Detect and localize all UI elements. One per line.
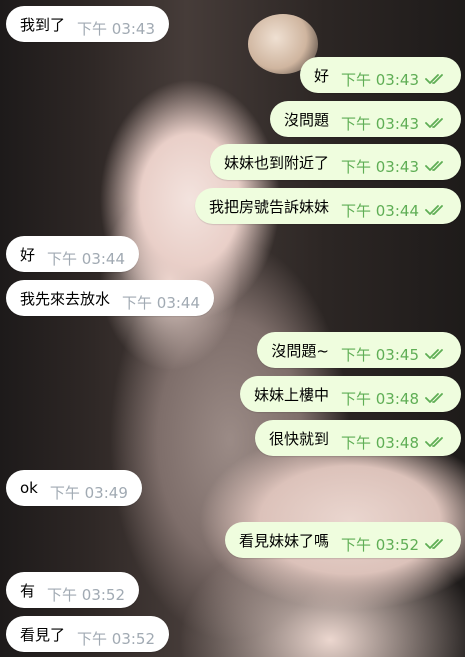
- message-bubble-incoming[interactable]: 我到了 下午 03:43: [6, 6, 170, 42]
- message-text: 很快就到: [268, 429, 329, 448]
- message-text: 好: [20, 245, 36, 264]
- message-text: ok: [20, 479, 38, 497]
- message-time: 下午 03:43: [77, 19, 156, 38]
- double-check-icon: [425, 74, 443, 84]
- message-bubble-outgoing[interactable]: 妹妹也到附近了 下午 03:43: [209, 144, 461, 180]
- message-time: 下午 03:44: [47, 249, 126, 268]
- message-bubble-outgoing[interactable]: 沒問題~ 下午 03:45: [257, 332, 461, 368]
- message-text: 有: [20, 581, 36, 600]
- message-text: 好: [313, 66, 329, 85]
- double-check-icon: [425, 118, 443, 128]
- message-time: 下午 03:44: [341, 201, 419, 220]
- message-bubble-outgoing[interactable]: 我把房號告訴妹妹 下午 03:44: [194, 188, 461, 224]
- message-text: 我先來去放水: [20, 289, 111, 308]
- message-bubble-outgoing[interactable]: 沒問題 下午 03:43: [269, 101, 461, 137]
- message-time: 下午 03:48: [341, 389, 419, 408]
- double-check-icon: [425, 205, 443, 215]
- message-text: 我到了: [20, 15, 66, 34]
- message-text: 妹妹也到附近了: [223, 153, 329, 172]
- message-text: 我把房號告訴妹妹: [208, 197, 329, 216]
- message-bubble-outgoing[interactable]: 很快就到 下午 03:48: [254, 420, 461, 456]
- double-check-icon: [425, 393, 443, 403]
- message-bubble-incoming[interactable]: 好 下午 03:44: [6, 236, 140, 272]
- message-text: 看見了: [20, 625, 66, 644]
- double-check-icon: [425, 437, 443, 447]
- message-bubble-incoming[interactable]: 看見了 下午 03:52: [6, 616, 170, 652]
- message-bubble-outgoing[interactable]: 好 下午 03:43: [299, 57, 461, 93]
- message-bubble-outgoing[interactable]: 妹妹上樓中 下午 03:48: [239, 376, 461, 412]
- double-check-icon: [425, 349, 443, 359]
- message-time: 下午 03:52: [341, 535, 419, 554]
- message-text: 沒問題: [283, 110, 329, 129]
- message-bubble-incoming[interactable]: 我先來去放水 下午 03:44: [6, 280, 215, 316]
- message-time: 下午 03:52: [47, 585, 126, 604]
- message-text: 看見妹妹了嗎: [238, 531, 329, 550]
- message-text: 妹妹上樓中: [253, 385, 329, 404]
- message-time: 下午 03:43: [341, 114, 419, 133]
- double-check-icon: [425, 539, 443, 549]
- message-bubble-outgoing[interactable]: 看見妹妹了嗎 下午 03:52: [224, 522, 461, 558]
- message-time: 下午 03:44: [122, 293, 201, 312]
- chat-wallpaper: [0, 0, 465, 657]
- message-time: 下午 03:43: [341, 157, 419, 176]
- message-bubble-incoming[interactable]: ok 下午 03:49: [6, 470, 142, 506]
- message-time: 下午 03:49: [49, 483, 128, 502]
- message-time: 下午 03:45: [341, 345, 419, 364]
- message-time: 下午 03:52: [77, 629, 156, 648]
- message-bubble-incoming[interactable]: 有 下午 03:52: [6, 572, 140, 608]
- message-text: 沒問題~: [271, 341, 329, 360]
- message-time: 下午 03:43: [341, 70, 419, 89]
- double-check-icon: [425, 161, 443, 171]
- message-time: 下午 03:48: [341, 433, 419, 452]
